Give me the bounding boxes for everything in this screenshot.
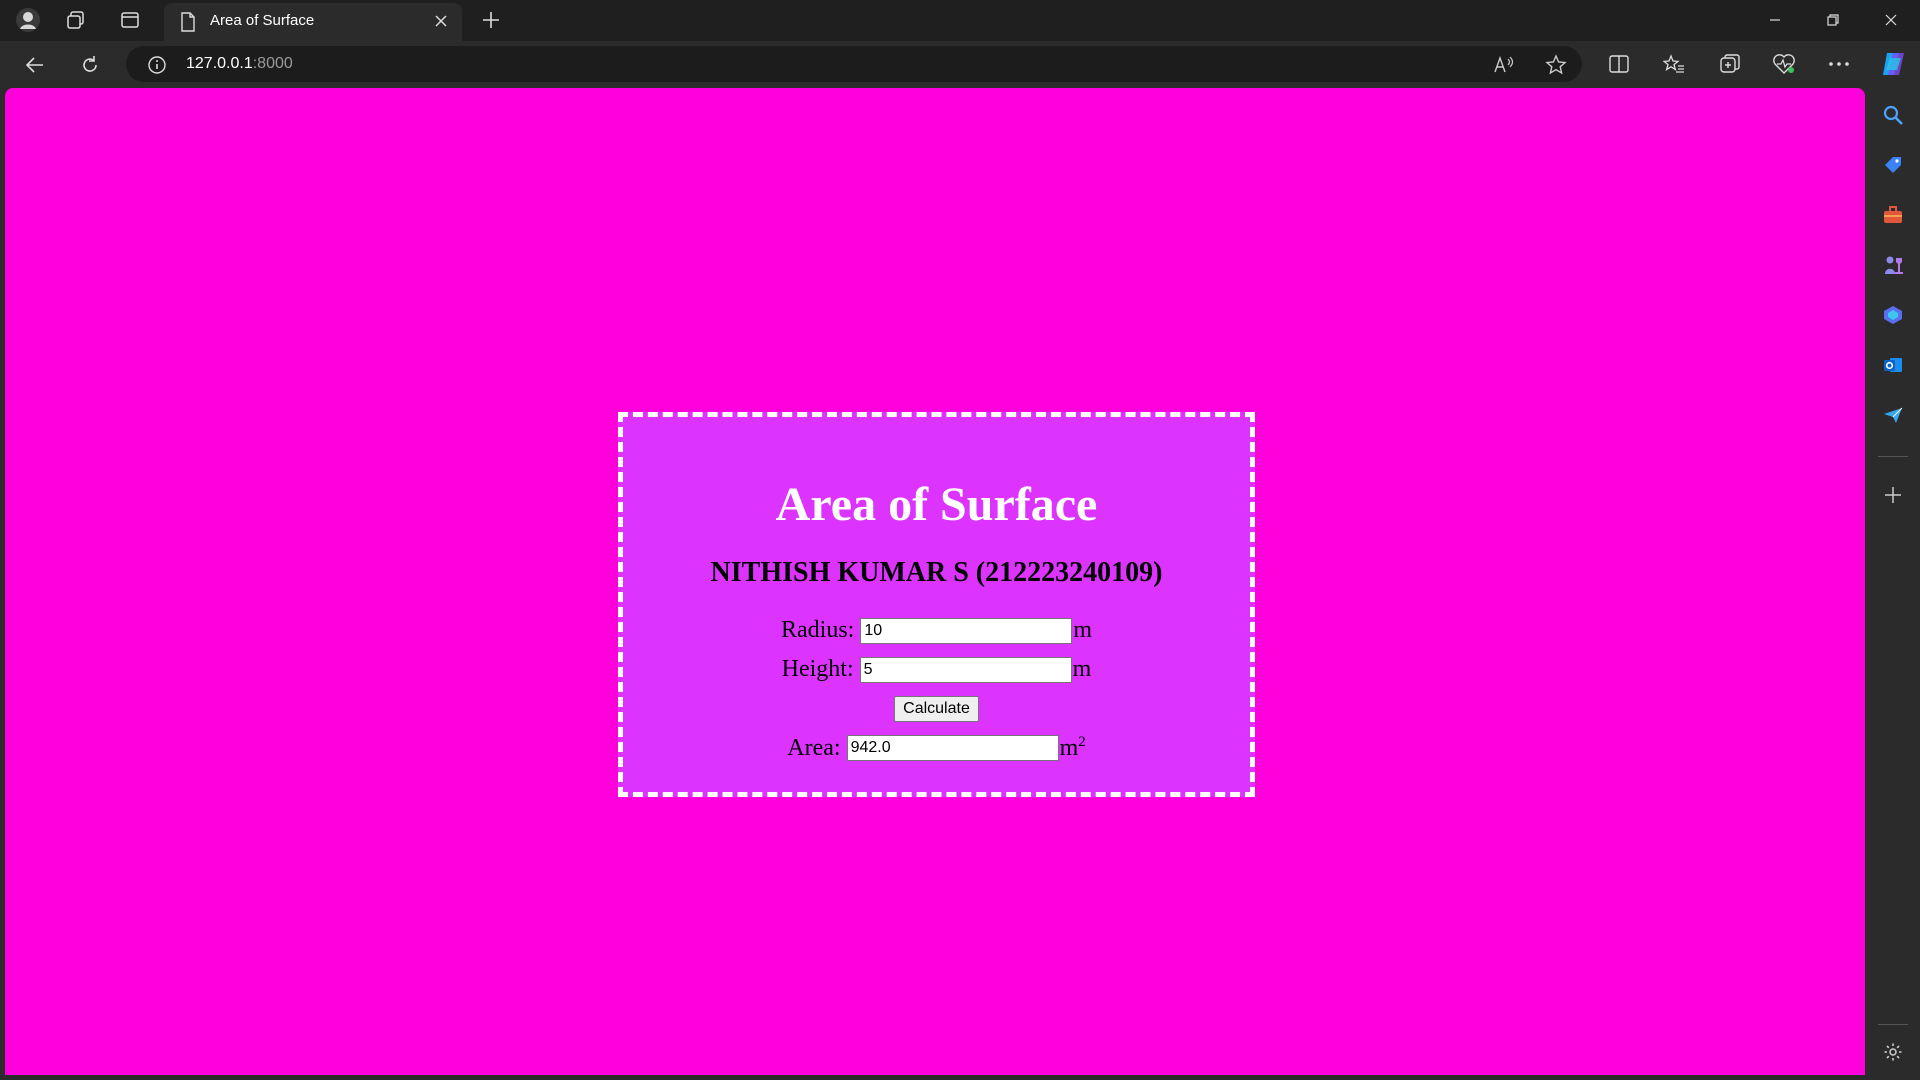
address-bar[interactable]: 127.0.0.1:8000 bbox=[126, 46, 1582, 82]
browser-essentials-button[interactable] bbox=[1767, 47, 1801, 81]
microsoft-365-icon[interactable] bbox=[1879, 301, 1907, 329]
heart-pulse-icon bbox=[1773, 54, 1795, 74]
title-bar: Area of Surface bbox=[0, 0, 1920, 41]
outlook-icon[interactable] bbox=[1879, 351, 1907, 379]
copilot-button[interactable] bbox=[1876, 47, 1910, 81]
radius-label: Radius: bbox=[780, 617, 855, 643]
copilot-icon bbox=[1883, 53, 1904, 75]
refresh-button[interactable] bbox=[73, 48, 107, 82]
radius-row: Radius: m bbox=[623, 611, 1250, 650]
height-unit: m bbox=[1072, 656, 1092, 682]
button-row: Calculate bbox=[623, 689, 1250, 729]
navigation-toolbar: 127.0.0.1:8000 bbox=[0, 41, 1920, 87]
workspaces-icon bbox=[67, 11, 84, 29]
height-label: Height: bbox=[781, 656, 854, 682]
sidebar-divider bbox=[1878, 456, 1908, 457]
active-tab[interactable]: Area of Surface bbox=[164, 3, 462, 41]
area-unit-base: m bbox=[1059, 735, 1079, 761]
calculate-button[interactable]: Calculate bbox=[894, 696, 979, 722]
area-label: Area: bbox=[787, 734, 841, 761]
restore-button[interactable] bbox=[1805, 0, 1861, 40]
sidebar-divider-bottom bbox=[1878, 1024, 1908, 1025]
sidebar-settings-gear-icon[interactable] bbox=[1879, 1038, 1907, 1066]
height-row: Height: m bbox=[623, 650, 1250, 689]
close-window-button[interactable] bbox=[1863, 0, 1919, 40]
edge-sidebar bbox=[1866, 87, 1920, 1080]
page-title: Area of Surface bbox=[775, 478, 1098, 531]
area-unit-exponent: 2 bbox=[1078, 734, 1086, 750]
shopping-tag-icon[interactable] bbox=[1879, 151, 1907, 179]
calculator-card: Area of Surface NITHISH KUMAR S (2122232… bbox=[618, 412, 1255, 797]
page-viewport: Area of Surface NITHISH KUMAR S (2122232… bbox=[5, 88, 1865, 1075]
tools-briefcase-icon[interactable] bbox=[1879, 201, 1907, 229]
refresh-icon bbox=[83, 56, 97, 72]
radius-input[interactable] bbox=[860, 617, 1073, 644]
restore-icon bbox=[1827, 14, 1839, 26]
back-button[interactable] bbox=[18, 48, 52, 82]
area-row: Area: m2 bbox=[623, 729, 1250, 767]
plus-icon bbox=[483, 12, 499, 28]
height-input[interactable] bbox=[859, 656, 1072, 683]
site-info-icon[interactable] bbox=[143, 51, 171, 79]
new-tab-button[interactable] bbox=[476, 5, 506, 35]
favorite-star-icon[interactable] bbox=[1542, 51, 1570, 79]
profile-avatar[interactable] bbox=[12, 6, 44, 34]
split-screen-button[interactable] bbox=[1602, 47, 1636, 81]
author-heading: NITHISH KUMAR S (212223240109) bbox=[710, 557, 1163, 588]
close-icon bbox=[1885, 14, 1897, 26]
page-icon bbox=[180, 12, 196, 37]
collections-icon bbox=[1720, 54, 1740, 73]
favorites-button[interactable] bbox=[1657, 47, 1691, 81]
minimize-button[interactable] bbox=[1747, 0, 1803, 40]
area-output[interactable] bbox=[846, 735, 1059, 761]
back-arrow-icon bbox=[25, 57, 43, 73]
games-chess-icon[interactable] bbox=[1879, 251, 1907, 279]
minimize-icon bbox=[1770, 19, 1780, 21]
url-text: 127.0.0.1:8000 bbox=[186, 55, 293, 73]
area-unit: m2 bbox=[1060, 734, 1086, 762]
favorites-icon bbox=[1663, 54, 1684, 73]
url-host: 127.0.0.1 bbox=[186, 55, 253, 72]
more-dots-icon bbox=[1829, 62, 1849, 66]
vertical-tabs-button[interactable] bbox=[114, 6, 146, 34]
radius-unit: m bbox=[1073, 617, 1092, 643]
sidebar-search-icon[interactable] bbox=[1879, 101, 1907, 129]
collections-button[interactable] bbox=[1713, 47, 1747, 81]
more-options-button[interactable] bbox=[1822, 47, 1856, 81]
read-aloud-icon[interactable] bbox=[1490, 51, 1518, 79]
url-port: :8000 bbox=[252, 55, 293, 72]
add-sidebar-app-icon[interactable] bbox=[1879, 481, 1907, 509]
profile-icon bbox=[16, 8, 40, 32]
workspaces-button[interactable] bbox=[60, 6, 92, 34]
tab-title: Area of Surface bbox=[210, 12, 315, 29]
split-screen-icon bbox=[1609, 55, 1629, 73]
tab-actions-icon bbox=[121, 12, 139, 28]
send-telegram-icon[interactable] bbox=[1879, 401, 1907, 429]
close-tab-icon[interactable] bbox=[430, 10, 452, 32]
